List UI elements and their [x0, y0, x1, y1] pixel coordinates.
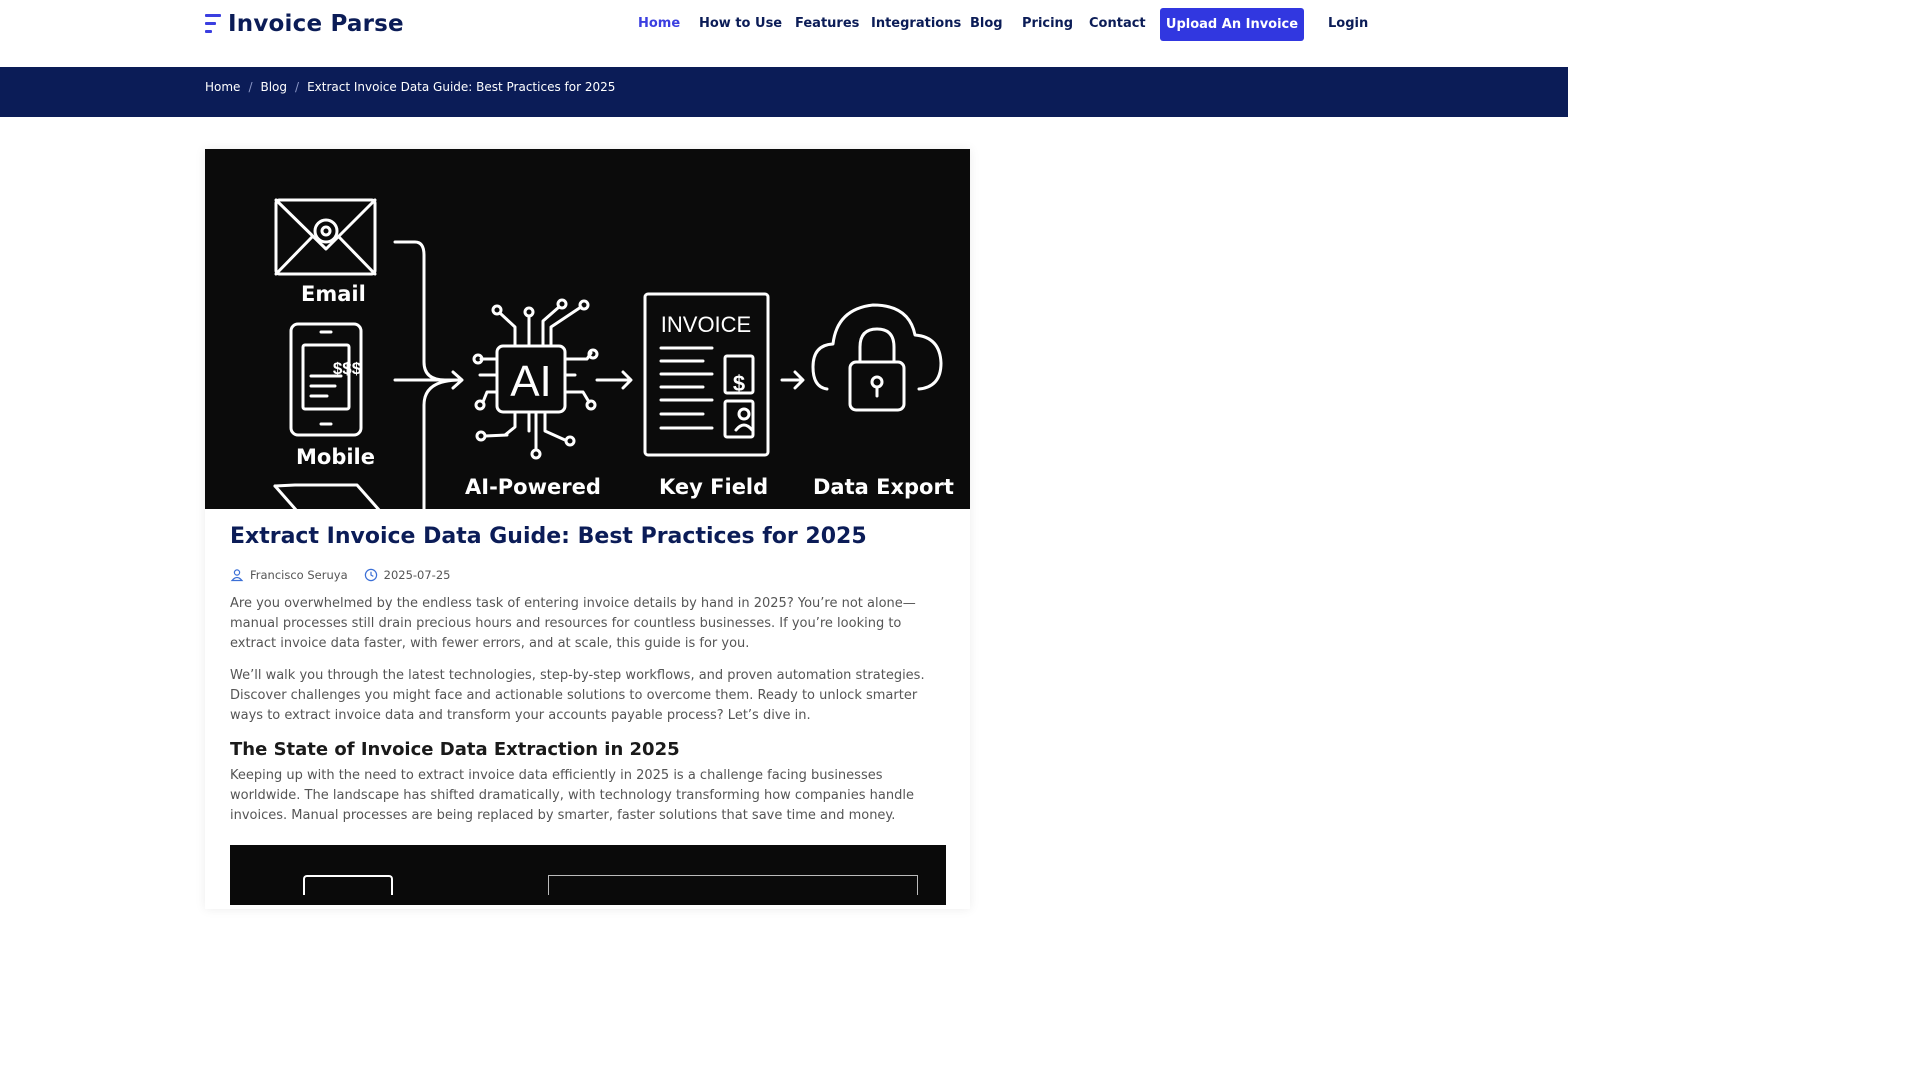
- email-icon: [274, 198, 377, 276]
- brand-name: Invoice Parse: [228, 11, 404, 37]
- section-image-shape: [548, 875, 918, 895]
- logo-icon: [205, 11, 223, 37]
- breadcrumb-separator: /: [248, 80, 253, 94]
- laptop-icon: [273, 483, 381, 509]
- breadcrumb-separator: /: [295, 80, 300, 94]
- clock-icon: [364, 568, 377, 582]
- article-author: Francisco Seruya: [250, 568, 348, 582]
- section-image: [230, 845, 946, 905]
- article-date: 2025-07-25: [383, 568, 451, 582]
- article-title: Extract Invoice Data Guide: Best Practic…: [230, 524, 867, 549]
- brand-logo[interactable]: Invoice Parse: [205, 11, 404, 37]
- article-paragraph-1: Are you overwhelmed by the endless task …: [230, 596, 916, 651]
- breadcrumb: Home / Blog / Extract Invoice Data Guide…: [205, 80, 615, 94]
- nav-pricing[interactable]: Pricing: [1022, 16, 1073, 31]
- nav-integrations[interactable]: Integrations: [871, 16, 961, 31]
- invoice-dollar-text: $: [733, 371, 745, 396]
- hero-label-ai-powered: AI-Powered: [465, 475, 601, 499]
- upload-invoice-button[interactable]: Upload An Invoice: [1160, 8, 1304, 41]
- section-image-shape: [303, 875, 393, 895]
- nav-blog[interactable]: Blog: [970, 16, 1003, 31]
- hero-image: $$$ AI INVOICE $ Email Mobile AI-Powered…: [205, 149, 970, 509]
- nav-how-to-use[interactable]: How to Use: [699, 16, 782, 31]
- mobile-icon: [289, 322, 363, 437]
- invoice-text: INVOICE: [661, 312, 751, 337]
- cloud-lock-icon: [811, 303, 943, 412]
- dollar-text: $$$: [333, 359, 362, 378]
- hero-label-key-field: Key Field: [659, 475, 769, 499]
- breadcrumb-bar: Home / Blog / Extract Invoice Data Guide…: [0, 67, 1568, 117]
- article-card: $$$ AI INVOICE $ Email Mobile AI-Powered…: [205, 149, 970, 909]
- article-meta: Francisco Seruya 2025-07-25: [230, 568, 450, 582]
- section-paragraph: Keeping up with the need to extract invo…: [230, 768, 914, 823]
- nav-contact[interactable]: Contact: [1089, 16, 1146, 31]
- section-heading: The State of Invoice Data Extraction in …: [230, 739, 680, 760]
- site-header: Invoice Parse Home How to Use Features I…: [0, 0, 1568, 67]
- login-link[interactable]: Login: [1328, 16, 1368, 31]
- article-paragraph-2: We’ll walk you through the latest techno…: [230, 668, 925, 723]
- ai-chip-text: AI: [510, 357, 552, 406]
- breadcrumb-current: Extract Invoice Data Guide: Best Practic…: [307, 80, 616, 94]
- hero-label-email: Email: [301, 282, 366, 306]
- user-icon: [230, 569, 244, 582]
- hero-label-data-export: Data Export: [813, 475, 954, 499]
- breadcrumb-blog[interactable]: Blog: [260, 80, 287, 94]
- nav-home[interactable]: Home: [638, 16, 680, 31]
- breadcrumb-home[interactable]: Home: [205, 80, 240, 94]
- hero-label-mobile: Mobile: [296, 445, 375, 469]
- nav-features[interactable]: Features: [795, 16, 859, 31]
